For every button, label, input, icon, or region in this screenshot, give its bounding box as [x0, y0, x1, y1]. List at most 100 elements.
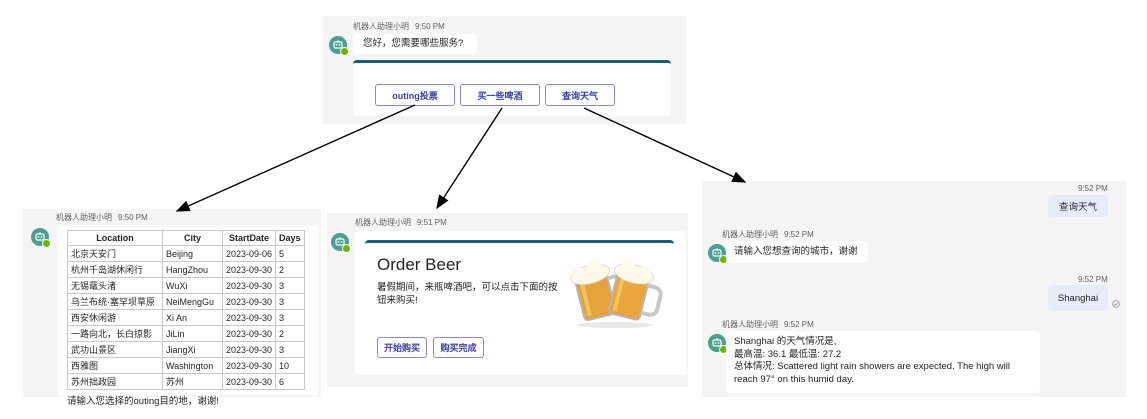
table-cell: 无锡鼋头渚	[67, 277, 163, 294]
message-time: 9:50 PM	[415, 22, 445, 31]
table-cell: 2023-09-30	[221, 309, 277, 326]
table-cell: NeiMengGu	[162, 293, 223, 310]
column-header: Days	[275, 230, 305, 246]
top-panel: 机器人助理小明 9:50 PM 您好，您需要哪些服务? outing投票 买一些啤…	[323, 16, 686, 124]
table-row: 苏州拙政园 苏州 2023-09-30 6	[67, 373, 305, 390]
sender-line: 机器人助理小明 9:52 PM	[722, 319, 814, 330]
start-purchase-button[interactable]: 开始购买	[377, 337, 427, 358]
sender-line: 机器人助理小明 9:52 PM	[722, 229, 814, 240]
outgoing-time: 9:52 PM	[1078, 275, 1108, 284]
bot-avatar	[708, 334, 728, 354]
greeting-bubble: 您好，您需要哪些服务?	[353, 34, 477, 54]
weather-line: Shanghai 的天气情况是,	[734, 336, 837, 347]
table-cell: 2023-09-30	[221, 373, 277, 390]
table-row: 武功山景区 JiangXi 2023-09-30 3	[67, 341, 305, 358]
table-cell: 3	[275, 309, 305, 326]
table-cell: 苏州	[162, 373, 223, 390]
table-row: 乌兰布统·塞罕坝草原 NeiMengGu 2023-09-30 3	[67, 293, 305, 310]
sender-name: 机器人助理小明	[722, 320, 778, 329]
message-time: 9:50 PM	[118, 213, 148, 222]
table-cell: 3	[275, 293, 305, 310]
outing-bubble: Location City StartDate Days 北京天安门 Beijin…	[57, 226, 319, 407]
table-cell: 2023-09-30	[221, 261, 277, 278]
beer-description: 暑假期间，来瓶啤酒吧，可以点击下面的按钮来购买!	[377, 282, 558, 306]
table-cell: 2023-09-06	[221, 245, 277, 262]
buy-beer-button[interactable]: 买一些啤酒	[460, 84, 540, 106]
outing-panel: 机器人助理小明 9:50 PM Location City StartDate D…	[23, 209, 321, 407]
sender-name: 机器人助理小明	[355, 218, 411, 227]
table-row: 西雅图 Washington 2023-09-30 10	[67, 357, 305, 374]
table-cell: 西安休闲游	[67, 309, 163, 326]
sender-name: 机器人助理小明	[353, 22, 409, 31]
presence-icon	[340, 47, 349, 56]
table-cell: 6	[275, 373, 305, 390]
outgoing-message: Shanghai	[1048, 285, 1108, 311]
bot-avatar	[329, 36, 349, 56]
table-row: 西安休闲游 Xi An 2023-09-30 3	[67, 309, 305, 326]
purchase-complete-button[interactable]: 购买完成	[433, 337, 484, 358]
presence-icon	[42, 239, 51, 248]
sender-line: 机器人助理小明 9:50 PM	[56, 212, 148, 223]
table-cell: 2023-09-30	[221, 277, 277, 294]
beer-panel: 机器人助理小明 9:51 PM Order Beer 暑假期间，来瓶啤酒吧，可以点…	[327, 213, 688, 387]
table-cell: 2023-09-30	[221, 341, 277, 358]
column-header: Location	[67, 230, 163, 246]
table-cell: WuXi	[162, 277, 223, 294]
table-cell: 乌兰布统·塞罕坝草原	[67, 293, 163, 310]
beer-mugs-icon	[569, 258, 663, 328]
beer-bubble: Order Beer 暑假期间，来瓶啤酒吧，可以点击下面的按钮来购买! 开始购买…	[355, 231, 686, 375]
beer-card: Order Beer 暑假期间，来瓶啤酒吧，可以点击下面的按钮来购买! 开始购买…	[365, 240, 674, 366]
weather-result-bubble: Shanghai 的天气情况是, 最高温: 36.1 最低温: 27.2 总体情…	[726, 331, 1040, 393]
table-header-row: Location City StartDate Days	[67, 230, 305, 246]
outing-prompt: 请输入您选择的outing目的地，谢谢!	[67, 396, 220, 407]
table-cell: 杭州千岛湖休闲行	[67, 261, 163, 278]
sender-line: 机器人助理小明 9:51 PM	[355, 217, 447, 228]
table-row: 杭州千岛湖休闲行 HangZhou 2023-09-30 2	[67, 261, 305, 278]
table-row: 无锡鼋头渚 WuXi 2023-09-30 3	[67, 277, 305, 294]
sender-name: 机器人助理小明	[56, 213, 112, 222]
outgoing-message: 查询天气	[1048, 195, 1108, 217]
table-cell: 武功山景区	[67, 341, 163, 358]
action-card: outing投票 买一些啤酒 查询天气	[353, 60, 671, 116]
table-cell: Washington	[162, 357, 223, 374]
sender-line: 机器人助理小明 9:50 PM	[353, 21, 445, 32]
table-cell: 5	[275, 245, 305, 262]
presence-icon	[342, 244, 351, 253]
sent-check-icon	[1112, 300, 1120, 308]
table-cell: 西雅图	[67, 357, 163, 374]
table-cell: 10	[275, 357, 305, 374]
message-time: 9:52 PM	[784, 320, 814, 329]
city-prompt-bubble: 请输入您想查询的城市，谢谢	[726, 241, 868, 263]
table-cell: 2	[275, 261, 305, 278]
table-cell: 北京天安门	[67, 245, 163, 262]
beer-title: Order Beer	[377, 255, 462, 274]
table-cell: 2023-09-30	[221, 293, 277, 310]
message-time: 9:52 PM	[784, 230, 814, 239]
table-cell: JiLin	[162, 325, 223, 342]
table-cell: 苏州拙政园	[67, 373, 163, 390]
bot-avatar	[331, 233, 351, 253]
column-header: StartDate	[221, 230, 277, 246]
table-cell: JiangXi	[162, 341, 223, 358]
outing-vote-button[interactable]: outing投票	[375, 84, 455, 106]
column-header: City	[162, 230, 223, 246]
table-cell: Xi An	[162, 309, 223, 326]
weather-line: 最高温: 36.1 最低温: 27.2	[734, 348, 842, 360]
table-cell: 一路向北，长白掠影	[67, 325, 163, 342]
bot-avatar	[708, 244, 728, 264]
weather-panel: 9:52 PM 查询天气 机器人助理小明 9:52 PM 请输入您想查询的城市，谢…	[702, 181, 1126, 397]
outing-table: Location City StartDate Days 北京天安门 Beijin…	[67, 230, 305, 390]
message-time: 9:51 PM	[417, 218, 447, 227]
outgoing-time: 9:52 PM	[1078, 184, 1108, 193]
table-cell: 2023-09-30	[221, 357, 277, 374]
weather-line: 总体情况: Scattered light rain showers are e…	[734, 361, 1010, 373]
table-cell: 3	[275, 277, 305, 294]
bot-avatar	[31, 228, 51, 248]
weather-line: reach 97° on this humid day.	[734, 373, 854, 385]
table-cell: 2	[275, 325, 305, 342]
check-weather-button[interactable]: 查询天气	[545, 84, 615, 106]
sender-name: 机器人助理小明	[722, 230, 778, 239]
table-cell: 3	[275, 341, 305, 358]
outing-table-body: 北京天安门 Beijing 2023-09-06 5 杭州千岛湖休闲行 HangZhou 2…	[67, 245, 305, 390]
table-cell: HangZhou	[162, 261, 223, 278]
